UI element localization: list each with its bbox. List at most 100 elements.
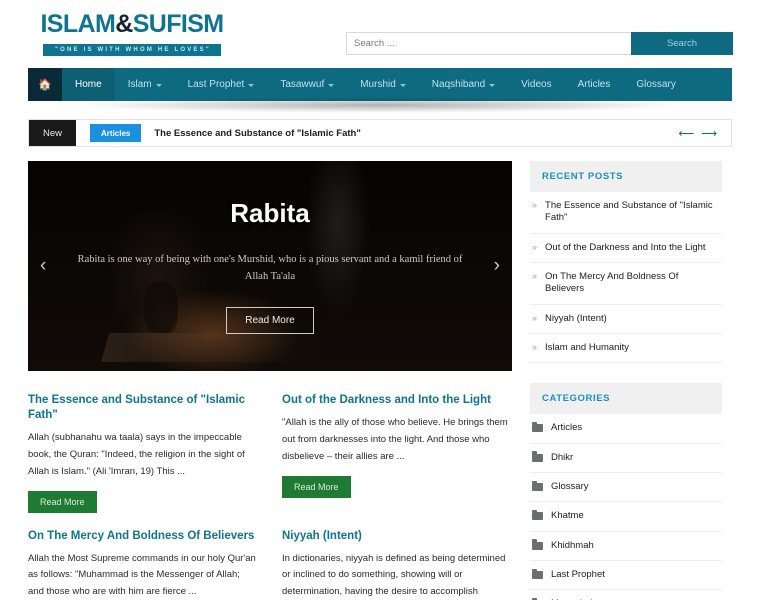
ticker-headline[interactable]: The Essence and Substance of "Islamic Fa… [141,120,678,146]
primary-navigation: 🏠 Home Islam Last Prophet Tasawwuf Mursh… [28,68,732,113]
recent-post-link: Islam and Humanity [545,342,629,354]
chevron-double-right-icon: » [532,312,538,323]
post-title[interactable]: The Essence and Substance of "Islamic Fa… [28,393,258,423]
post-title[interactable]: Out of the Darkness and Into the Light [282,393,512,408]
primary-navigation-wrap: 🏠 Home Islam Last Prophet Tasawwuf Mursh… [0,68,760,113]
page-content: ‹ › Rabita Rabita is one way of being wi… [28,161,732,600]
recent-post-link: Niyyah (Intent) [545,312,607,324]
nav-item-islam[interactable]: Islam [115,68,175,101]
list-item[interactable]: » Niyyah (Intent) [530,305,722,335]
chevron-down-icon [328,84,335,87]
chevron-double-right-icon: » [532,342,538,353]
slider-caption: Rabita Rabita is one way of being with o… [28,161,512,371]
recent-post-link: On The Mercy And Boldness Of Believers [545,271,679,295]
list-item[interactable]: » On The Mercy And Boldness Of Believers [530,263,722,305]
folder-icon [532,539,543,550]
post-excerpt: In dictionaries, niyyah is defined as be… [282,552,506,598]
nav-label: Murshid [360,79,396,90]
home-icon[interactable]: 🏠 [28,68,62,101]
chevron-down-icon [399,84,406,87]
list-item[interactable]: Khidhmah [530,532,722,562]
post-read-more-button[interactable]: Read More [282,475,351,498]
ticker-controls: ⟵ ⟶ [678,120,731,146]
logo-wordmark: ISLAM&SUFISM [40,10,224,38]
chevron-down-icon [489,84,496,87]
ticker-new-badge: New [29,120,77,146]
arrow-right-icon[interactable]: ⟶ [701,127,717,140]
list-item[interactable]: » The Essence and Substance of "Islamic F… [530,192,722,234]
search-input[interactable] [346,32,631,55]
list-item[interactable]: Articles [530,414,722,444]
category-link: Khidhmah [551,539,594,551]
list-item[interactable]: Last Prophet [530,561,722,591]
chevron-down-icon [155,84,162,87]
category-link: Articles [551,422,583,434]
folder-icon [532,509,543,521]
chevron-left-icon[interactable]: ‹ [40,255,46,277]
logo-tagline: "ONE IS WITH WHOM HE LOVES" [43,44,221,56]
post-card: Out of the Darkness and Into the Light "… [282,393,512,513]
nav-item-tasawwuf[interactable]: Tasawwuf [267,68,347,101]
news-ticker: New Articles The Essence and Substance o… [28,119,732,147]
list-item[interactable]: Khatme [530,502,722,532]
folder-icon [532,421,543,433]
list-item[interactable]: Glossary [530,473,722,503]
ticker-category-badge[interactable]: Articles [90,124,142,142]
categories-list: Articles Dhikr Glossary Khatme Khidhmah … [530,414,722,600]
site-header: ISLAM&SUFISM "ONE IS WITH WHOM HE LOVES"… [0,0,760,68]
recent-post-link: The Essence and Substance of "Islamic Fa… [545,200,713,224]
list-item[interactable]: » Out of the Darkness and Into the Light [530,234,722,264]
search-button[interactable]: Search [631,32,733,55]
folder-icon [532,568,543,580]
site-logo[interactable]: ISLAM&SUFISM "ONE IS WITH WHOM HE LOVES" [32,12,232,56]
post-excerpt: Allah (subhanahu wa taala) says in the i… [28,431,245,477]
post-card: The Essence and Substance of "Islamic Fa… [28,393,258,513]
widget-categories: CATEGORIES Articles Dhikr Glossary Khatm… [530,383,722,600]
nav-item-articles[interactable]: Articles [565,68,624,101]
nav-label: Home [75,79,102,90]
nav-item-home[interactable]: Home [62,68,115,101]
widget-recent-posts: RECENT POSTS » The Essence and Substance … [530,161,722,364]
chevron-down-icon [248,84,255,87]
arrow-left-icon[interactable]: ⟵ [678,127,694,140]
chevron-double-right-icon: » [532,200,538,210]
slider-title: Rabita [230,197,310,228]
nav-item-glossary[interactable]: Glossary [623,68,688,101]
logo-part-islam: ISLAM [40,10,116,38]
logo-ampersand: & [115,10,133,38]
nav-item-videos[interactable]: Videos [508,68,564,101]
post-grid: The Essence and Substance of "Islamic Fa… [28,393,512,600]
nav-item-last-prophet[interactable]: Last Prophet [175,68,268,101]
widget-title: CATEGORIES [530,383,722,415]
nav-label: Tasawwuf [280,79,325,90]
slider-description: Rabita is one way of being with one's Mu… [77,253,463,282]
list-item[interactable]: Manqabah [530,590,722,600]
slider-read-more-button[interactable]: Read More [226,307,314,335]
nav-label: Naqshiband [431,79,486,90]
widget-title: RECENT POSTS [530,161,722,192]
list-item[interactable]: Dhikr [530,444,722,474]
post-read-more-button[interactable]: Read More [28,490,97,513]
nav-label: Last Prophet [187,79,245,90]
post-title[interactable]: On The Mercy And Boldness Of Believers [28,529,258,544]
category-link: Dhikr [551,451,574,463]
post-title[interactable]: Niyyah (Intent) [282,529,512,544]
sidebar: RECENT POSTS » The Essence and Substance … [530,161,722,600]
nav-label: Articles [577,79,611,90]
recent-posts-list: » The Essence and Substance of "Islamic F… [530,192,722,364]
nav-item-murshid[interactable]: Murshid [347,68,419,101]
category-link: Khatme [551,510,584,522]
chevron-right-icon[interactable]: › [494,255,500,277]
chevron-double-right-icon: » [532,241,538,252]
folder-icon [532,451,543,462]
nav-label: Glossary [636,79,676,90]
category-link: Glossary [551,481,589,493]
post-excerpt: Allah the Most Supreme commands in our h… [28,552,256,598]
logo-part-sufism: SUFISM [132,10,224,38]
search-form[interactable]: Search [346,32,733,55]
category-link: Last Prophet [551,569,605,581]
folder-icon [532,480,543,492]
list-item[interactable]: » Islam and Humanity [530,334,722,364]
chevron-double-right-icon: » [532,271,538,282]
nav-item-naqshiband[interactable]: Naqshiband [419,68,508,101]
